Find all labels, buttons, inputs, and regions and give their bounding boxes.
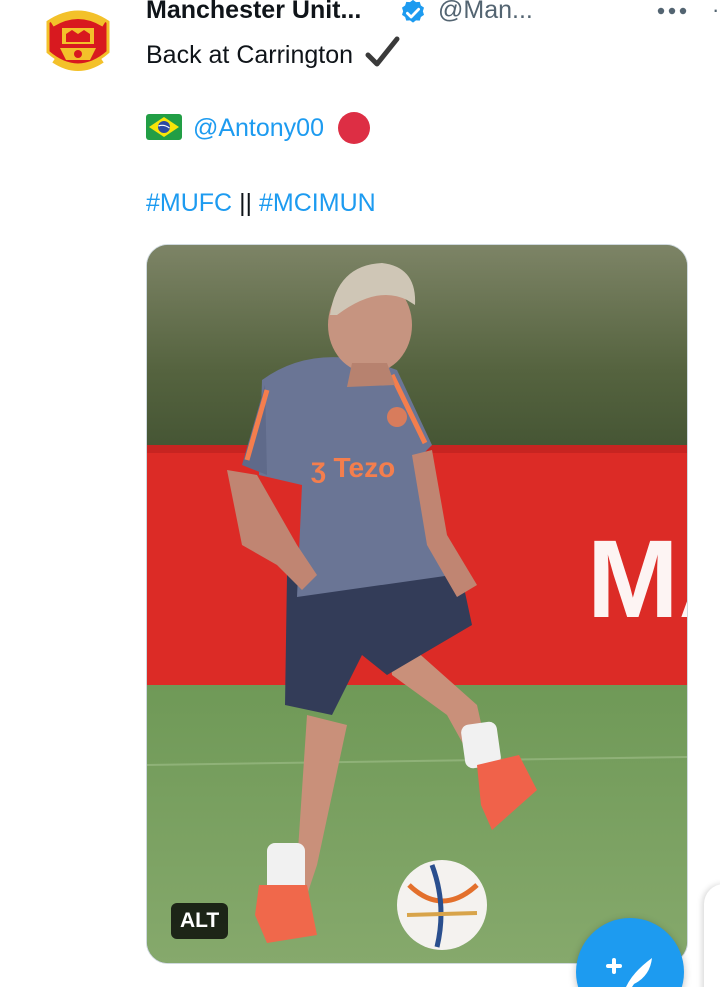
tweet-header: Manchester Unit... @Man... · 3h (146, 0, 719, 32)
tweet-text-line-1: Back at Carrington (146, 35, 400, 72)
mention-link[interactable]: @Antony00 (193, 114, 324, 142)
more-options-button[interactable] (656, 2, 690, 22)
compose-tweet-icon (606, 958, 652, 987)
author-avatar[interactable] (38, 0, 118, 80)
author-name[interactable]: Manchester Unit... (146, 0, 361, 28)
red-circle-emoji-icon (337, 112, 370, 144)
alt-text-badge[interactable]: ALT (171, 903, 229, 939)
svg-text:ʒ Tezo: ʒ Tezo (311, 452, 395, 483)
verified-badge-icon (402, 0, 424, 23)
tweet-text-line-3: #MUFC || #MCIMUN (146, 186, 376, 220)
brazil-flag-emoji-icon (146, 114, 182, 140)
more-options-icon (657, 7, 687, 15)
manchester-united-crest-icon (42, 2, 114, 74)
svg-text:MA: MA (587, 518, 688, 641)
hashtag-link-mcimun[interactable]: #MCIMUN (259, 189, 376, 217)
side-panel-edge (704, 884, 720, 987)
heavy-check-mark-emoji-icon (365, 36, 400, 67)
tweet-text-line-2: @Antony00 (146, 111, 371, 145)
header-separator: · (712, 0, 720, 22)
tweet-text: Back at Carrington (146, 41, 354, 69)
author-handle[interactable]: @Man... (438, 0, 533, 28)
tweet-media-image[interactable]: MA ʒ Tezo ALT (146, 244, 688, 964)
hashtag-separator: || (239, 189, 253, 217)
hashtag-link-mufc[interactable]: #MUFC (146, 189, 232, 217)
training-photo: MA ʒ Tezo (147, 245, 688, 963)
